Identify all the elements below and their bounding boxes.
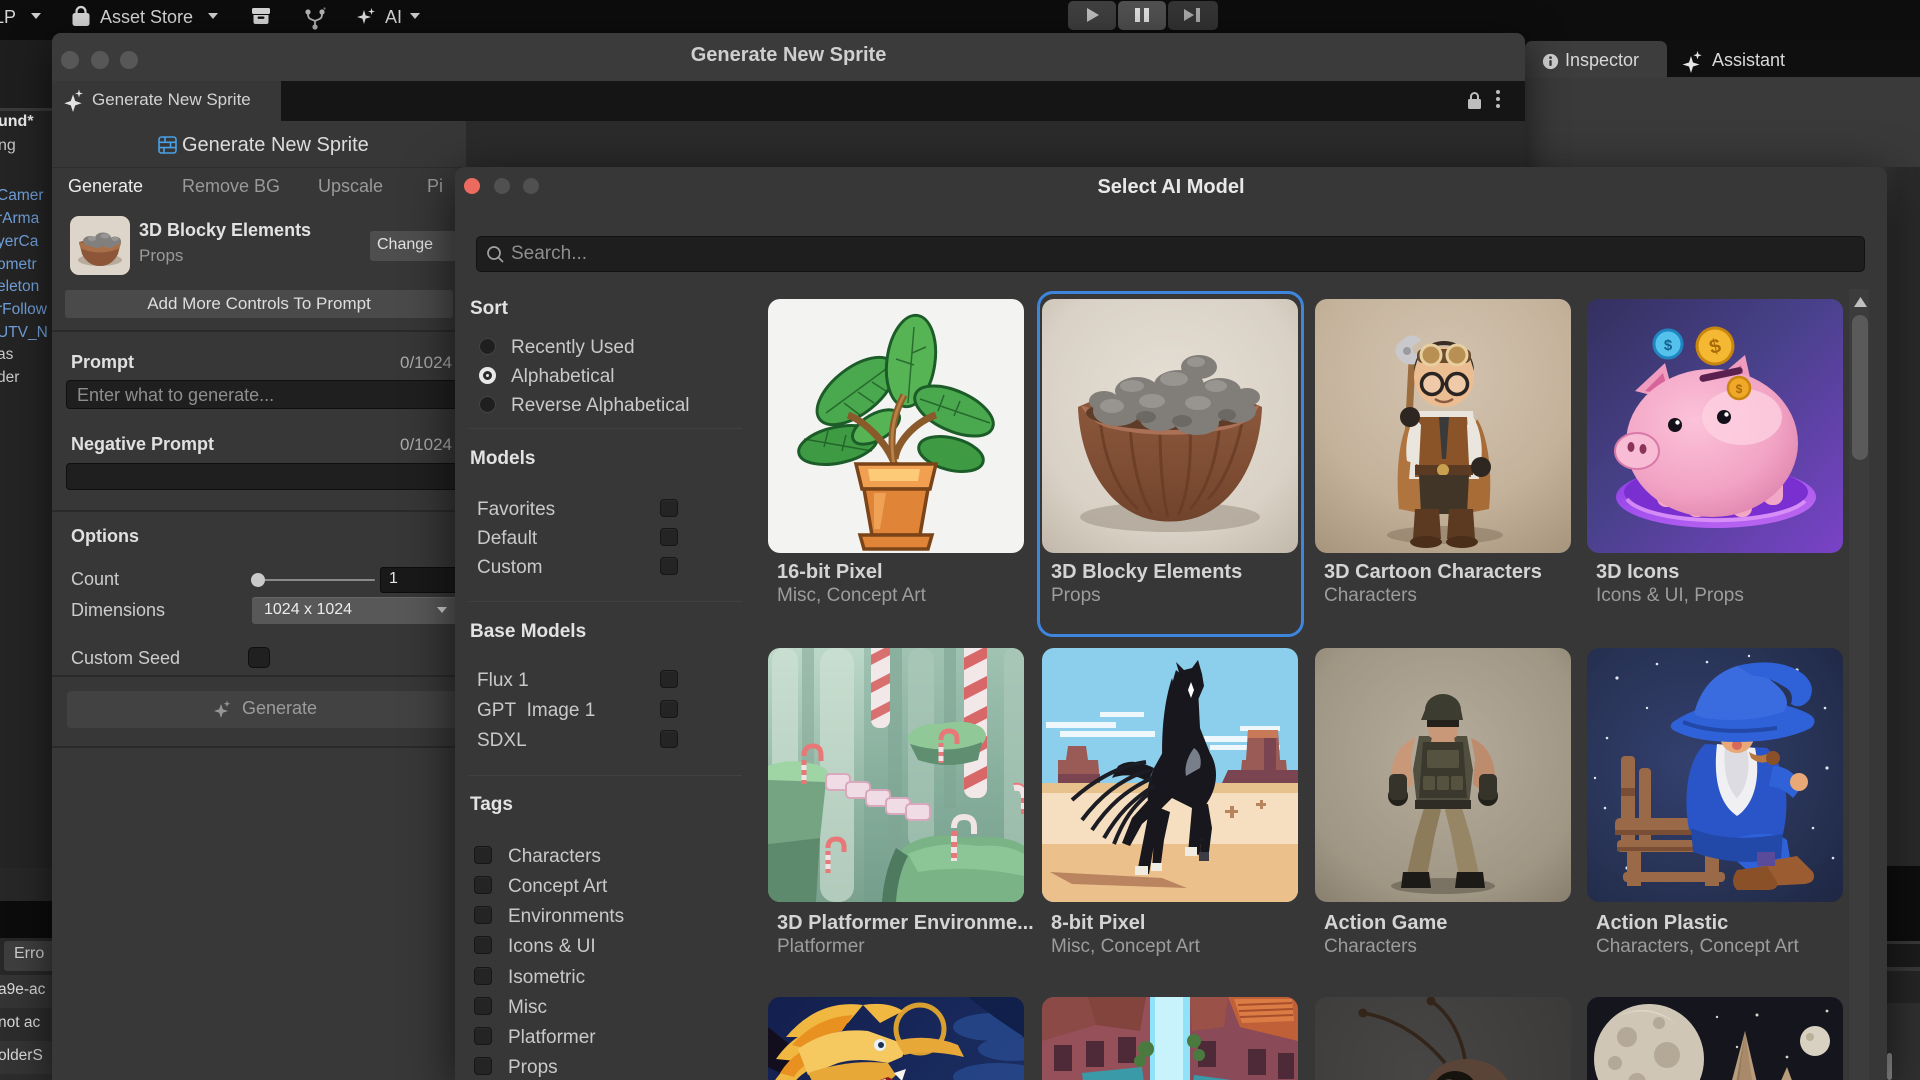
svg-text:$: $ (1736, 382, 1743, 396)
svg-text:$: $ (1664, 337, 1673, 354)
